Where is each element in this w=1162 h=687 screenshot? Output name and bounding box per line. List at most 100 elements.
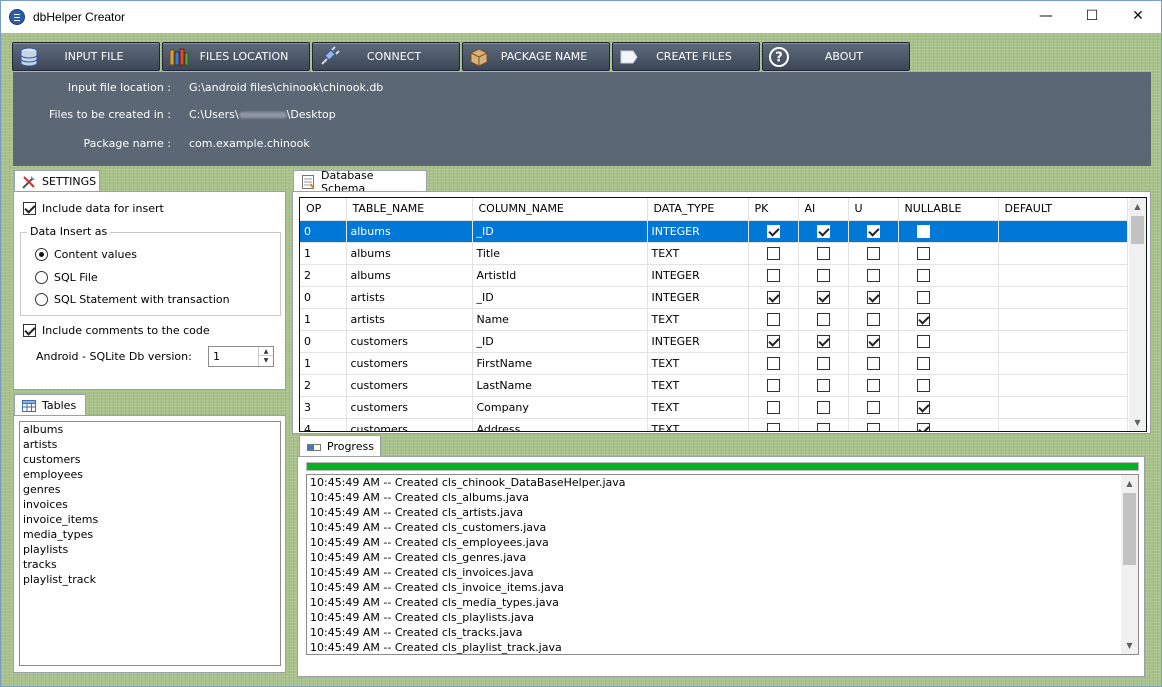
list-item[interactable]: invoice_items	[20, 512, 280, 527]
cell-default[interactable]	[998, 374, 1128, 397]
pk-checkbox[interactable]	[766, 312, 780, 326]
close-button[interactable]: ✕	[1115, 1, 1161, 31]
option-content-values[interactable]: Content values	[35, 248, 137, 261]
nullable-checkbox[interactable]	[916, 290, 930, 304]
column-header[interactable]: NULLABLE	[898, 198, 999, 221]
log-scroll-thumb[interactable]	[1123, 493, 1136, 565]
list-item[interactable]: invoices	[20, 497, 280, 512]
pk-checkbox[interactable]	[766, 334, 780, 348]
u-checkbox[interactable]	[866, 312, 880, 326]
cell-default[interactable]	[998, 352, 1128, 375]
ai-checkbox[interactable]	[816, 224, 830, 238]
minimize-button[interactable]: —	[1023, 1, 1069, 31]
pk-checkbox[interactable]	[766, 422, 780, 431]
cell-default[interactable]	[998, 220, 1128, 243]
column-header[interactable]: DEFAULT	[998, 198, 1128, 221]
column-header[interactable]: COLUMN_NAME	[472, 198, 648, 221]
table-row[interactable]: 1 customers FirstName TEXT	[300, 352, 1128, 375]
table-row[interactable]: 1 albums Title TEXT	[300, 242, 1128, 265]
pk-checkbox[interactable]	[766, 246, 780, 260]
include-comments-checkbox[interactable]	[23, 324, 36, 337]
scroll-down-icon[interactable]: ▼	[1129, 414, 1146, 431]
list-item[interactable]: playlist_track	[20, 572, 280, 587]
list-item[interactable]: playlists	[20, 542, 280, 557]
content-values-radio[interactable]	[35, 248, 48, 261]
ai-checkbox[interactable]	[816, 334, 830, 348]
list-item[interactable]: employees	[20, 467, 280, 482]
cell-default[interactable]	[998, 418, 1128, 431]
include-data-checkbox[interactable]	[23, 202, 36, 215]
u-checkbox[interactable]	[866, 268, 880, 282]
sql-file-radio[interactable]	[35, 271, 48, 284]
option-sql-transaction[interactable]: SQL Statement with transaction	[35, 293, 230, 306]
cell-default[interactable]	[998, 308, 1128, 331]
nullable-checkbox[interactable]	[916, 422, 930, 431]
pk-checkbox[interactable]	[766, 268, 780, 282]
column-header[interactable]: PK	[748, 198, 799, 221]
maximize-button[interactable]: ☐	[1069, 1, 1115, 31]
u-checkbox[interactable]	[866, 378, 880, 392]
u-checkbox[interactable]	[866, 290, 880, 304]
cell-default[interactable]	[998, 396, 1128, 419]
u-checkbox[interactable]	[866, 334, 880, 348]
db-version-stepper[interactable]: 1 ▲ ▼	[208, 346, 274, 367]
nullable-checkbox[interactable]	[916, 224, 930, 238]
tab-database-schema[interactable]: Database Schema	[293, 169, 427, 195]
scroll-up-icon[interactable]: ▲	[1129, 198, 1146, 215]
column-header[interactable]: OP	[300, 198, 347, 221]
about-button[interactable]: ? ABOUT	[762, 42, 910, 71]
schema-scrollbar[interactable]: ▲ ▼	[1129, 198, 1146, 431]
table-row[interactable]: 3 customers Company TEXT	[300, 396, 1128, 419]
tab-progress[interactable]: Progress	[299, 435, 381, 457]
log-scrollbar[interactable]: ▲ ▼	[1121, 475, 1138, 654]
schema-grid[interactable]: OP TABLE_NAME COLUMN_NAME DATA_TYPE PK AI U NUL…	[299, 197, 1147, 432]
cell-default[interactable]	[998, 264, 1128, 287]
list-item[interactable]: customers	[20, 452, 280, 467]
column-header[interactable]: U	[848, 198, 899, 221]
table-row[interactable]: 4 customers Address TEXT	[300, 418, 1128, 431]
u-checkbox[interactable]	[866, 224, 880, 238]
package-name-button[interactable]: PACKAGE NAME	[462, 42, 610, 71]
nullable-checkbox[interactable]	[916, 356, 930, 370]
stepper-up-icon[interactable]: ▲	[259, 347, 273, 356]
table-row[interactable]: 2 customers LastName TEXT	[300, 374, 1128, 397]
pk-checkbox[interactable]	[766, 224, 780, 238]
stepper-down-icon[interactable]: ▼	[259, 356, 273, 365]
column-header[interactable]: AI	[798, 198, 849, 221]
files-location-button[interactable]: FILES LOCATION	[162, 42, 310, 71]
schema-scroll-thumb[interactable]	[1131, 216, 1144, 244]
input-file-button[interactable]: INPUT FILE	[12, 42, 160, 71]
connect-button[interactable]: CONNECT	[312, 42, 460, 71]
option-sql-file[interactable]: SQL File	[35, 271, 98, 284]
nullable-checkbox[interactable]	[916, 246, 930, 260]
pk-checkbox[interactable]	[766, 290, 780, 304]
table-row[interactable]: 2 albums ArtistId INTEGER	[300, 264, 1128, 287]
column-header[interactable]: DATA_TYPE	[647, 198, 749, 221]
pk-checkbox[interactable]	[766, 400, 780, 414]
tab-tables[interactable]: Tables	[14, 394, 86, 416]
u-checkbox[interactable]	[866, 422, 880, 431]
nullable-checkbox[interactable]	[916, 268, 930, 282]
nullable-checkbox[interactable]	[916, 312, 930, 326]
list-item[interactable]: albums	[20, 422, 280, 437]
ai-checkbox[interactable]	[816, 400, 830, 414]
nullable-checkbox[interactable]	[916, 400, 930, 414]
table-row[interactable]: 0 artists _ID INTEGER	[300, 286, 1128, 309]
list-item[interactable]: artists	[20, 437, 280, 452]
log-scroll-up-icon[interactable]: ▲	[1121, 475, 1138, 492]
list-item[interactable]: media_types	[20, 527, 280, 542]
tables-list[interactable]: albums artists customers employees genres inv…	[19, 421, 281, 666]
create-files-button[interactable]: CREATE FILES	[612, 42, 760, 71]
cell-default[interactable]	[998, 330, 1128, 353]
progress-log[interactable]: 10:45:49 AM -- Created cls_chinook_DataB…	[306, 474, 1139, 655]
list-item[interactable]: genres	[20, 482, 280, 497]
sql-transaction-radio[interactable]	[35, 293, 48, 306]
pk-checkbox[interactable]	[766, 378, 780, 392]
ai-checkbox[interactable]	[816, 422, 830, 431]
ai-checkbox[interactable]	[816, 312, 830, 326]
ai-checkbox[interactable]	[816, 246, 830, 260]
column-header[interactable]: TABLE_NAME	[346, 198, 473, 221]
u-checkbox[interactable]	[866, 246, 880, 260]
table-row[interactable]: 1 artists Name TEXT	[300, 308, 1128, 331]
pk-checkbox[interactable]	[766, 356, 780, 370]
